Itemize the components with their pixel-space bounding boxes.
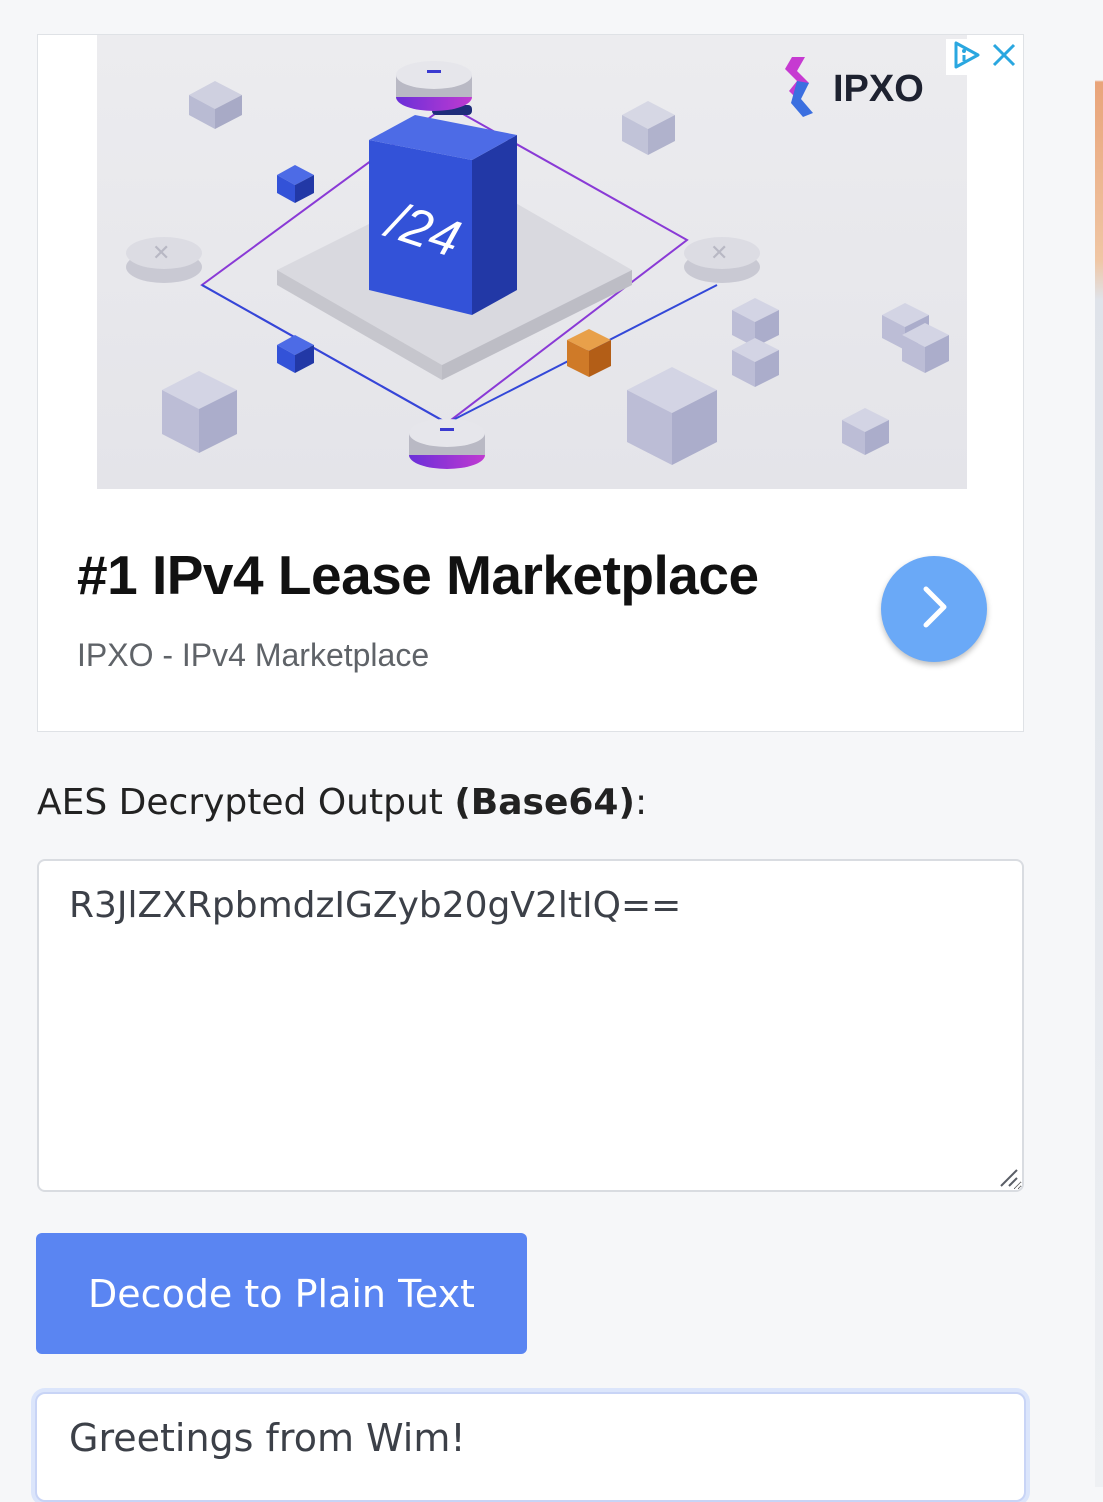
ad-open-button[interactable]: [881, 556, 987, 662]
advertisement-card[interactable]: /24 ✕ ✕ IPXO #1 IPv4 Lease Marketplace I…: [37, 34, 1024, 732]
svg-text:✕: ✕: [710, 241, 728, 266]
ipxo-logo-text: IPXO: [833, 68, 924, 110]
svg-text:✕: ✕: [152, 241, 170, 266]
ad-illustration[interactable]: /24 ✕ ✕ IPXO: [97, 35, 967, 489]
decrypted-output-label: AES Decrypted Output (Base64):: [37, 782, 647, 823]
label-prefix: AES Decrypted Output: [37, 782, 455, 823]
ad-source[interactable]: IPXO - IPv4 Marketplace: [77, 637, 429, 674]
label-suffix: :: [634, 782, 648, 823]
chevron-right-icon: [914, 583, 954, 635]
ad-headline[interactable]: #1 IPv4 Lease Marketplace: [77, 543, 759, 607]
page-edge-strip: [1095, 0, 1103, 1487]
decrypted-output-textarea[interactable]: R3JlZXRpbmdzIGZyb20gV2ltIQ==: [37, 859, 1024, 1192]
adchoices-icon[interactable]: [950, 39, 982, 75]
close-icon[interactable]: [990, 41, 1018, 73]
label-format: (Base64): [454, 782, 635, 823]
plain-text-output[interactable]: Greetings from Wim!: [35, 1392, 1026, 1502]
resize-handle-icon[interactable]: [997, 1166, 1019, 1188]
ad-badge[interactable]: [946, 39, 1022, 75]
decode-to-plain-text-button[interactable]: Decode to Plain Text: [36, 1233, 527, 1354]
